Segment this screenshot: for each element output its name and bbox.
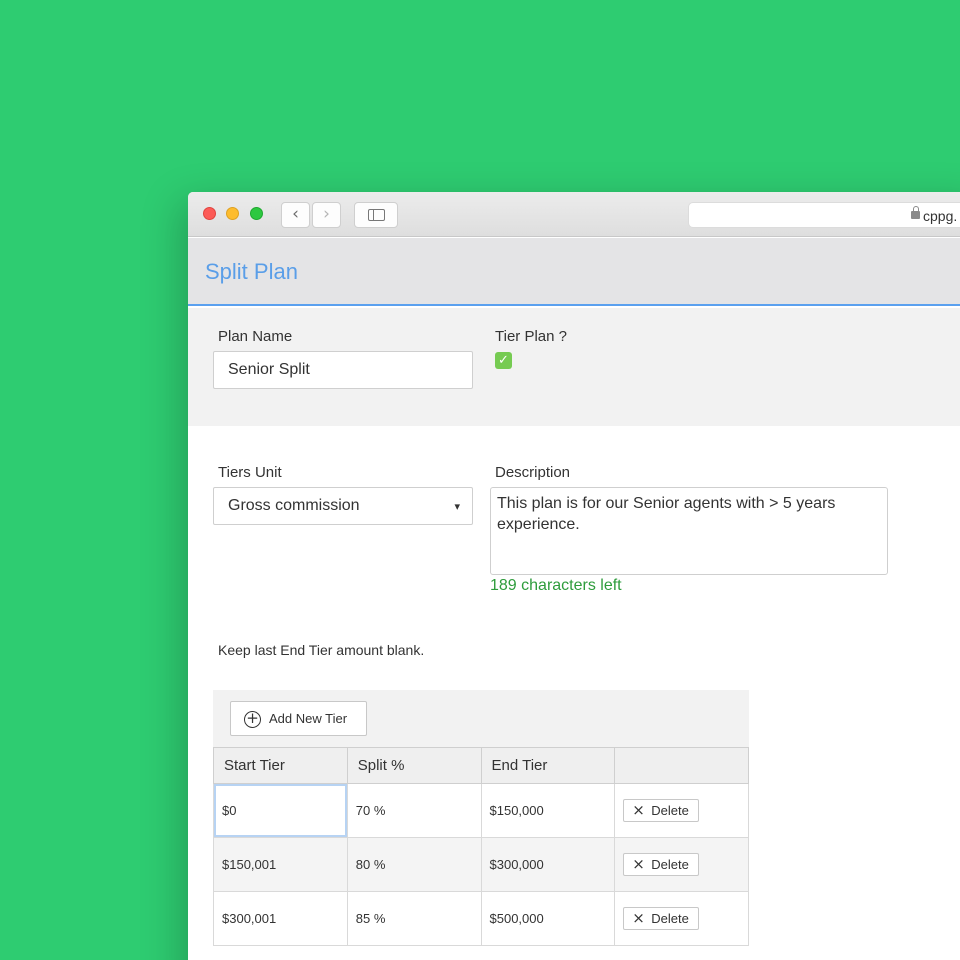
- browser-window: ‹ › cppg. Split Plan Plan Name Senior Sp…: [188, 192, 960, 960]
- start-tier-cell[interactable]: $150,001: [213, 837, 348, 892]
- close-window-button[interactable]: [203, 207, 216, 220]
- table-row: $150,001 80 % $300,000 × Delete: [213, 837, 749, 892]
- column-header-start-tier: Start Tier: [213, 747, 348, 784]
- plan-name-label: Plan Name: [218, 328, 293, 345]
- close-icon: ×: [632, 855, 645, 873]
- chevron-left-icon: ‹: [292, 204, 299, 224]
- delete-label: Delete: [651, 911, 689, 926]
- minimize-window-button[interactable]: [226, 207, 239, 220]
- tiers-table: Start Tier Split % End Tier $0 70 % $150…: [213, 747, 749, 946]
- table-header-row: Start Tier Split % End Tier: [213, 747, 749, 784]
- characters-left-counter: 189 characters left: [490, 577, 622, 594]
- address-bar[interactable]: cppg.: [688, 202, 960, 228]
- tier-plan-label: Tier Plan ?: [495, 328, 567, 345]
- delete-button[interactable]: × Delete: [623, 853, 700, 876]
- end-tier-cell[interactable]: $500,000: [481, 891, 616, 946]
- forward-button[interactable]: ›: [312, 202, 341, 228]
- back-button[interactable]: ‹: [281, 202, 310, 228]
- split-cell[interactable]: 70 %: [347, 783, 482, 838]
- table-row: $0 70 % $150,000 × Delete: [213, 783, 749, 838]
- close-icon: ×: [632, 801, 645, 819]
- page-title: Split Plan: [205, 259, 298, 284]
- url-text: cppg.: [923, 208, 958, 224]
- start-tier-cell[interactable]: $300,001: [213, 891, 348, 946]
- table-row: $300,001 85 % $500,000 × Delete: [213, 891, 749, 946]
- column-header-actions: [614, 747, 749, 784]
- split-cell[interactable]: 80 %: [347, 837, 482, 892]
- zoom-window-button[interactable]: [250, 207, 263, 220]
- column-header-split: Split %: [346, 747, 482, 784]
- chevron-right-icon: ›: [323, 204, 330, 224]
- browser-titlebar: ‹ › cppg.: [188, 192, 960, 237]
- close-icon: ×: [632, 909, 645, 927]
- tiers-toolbar: + Add New Tier: [213, 690, 749, 748]
- plus-circle-icon: +: [244, 711, 261, 728]
- end-tier-note: Keep last End Tier amount blank.: [218, 642, 425, 658]
- delete-button[interactable]: × Delete: [623, 799, 700, 822]
- chevron-down-icon: ▾: [454, 500, 460, 513]
- end-tier-cell[interactable]: $150,000: [481, 783, 616, 838]
- split-cell[interactable]: 85 %: [347, 891, 482, 946]
- actions-cell: × Delete: [614, 891, 749, 946]
- delete-label: Delete: [651, 803, 689, 818]
- page-header: Split Plan: [188, 238, 960, 306]
- tiers-panel: + Add New Tier Start Tier Split % End Ti…: [213, 690, 749, 960]
- tiers-unit-select[interactable]: Gross commission ▾: [213, 487, 473, 525]
- sidebar-icon: [367, 209, 385, 221]
- sidebar-toggle-button[interactable]: [354, 202, 398, 228]
- plan-name-input[interactable]: Senior Split: [213, 351, 473, 389]
- add-new-tier-button[interactable]: + Add New Tier: [230, 701, 367, 736]
- column-header-end-tier: End Tier: [480, 747, 616, 784]
- start-tier-cell[interactable]: $0: [213, 783, 348, 838]
- tiers-unit-value: Gross commission: [228, 497, 360, 514]
- tiers-unit-label: Tiers Unit: [218, 464, 282, 481]
- end-tier-cell[interactable]: $300,000: [481, 837, 616, 892]
- delete-label: Delete: [651, 857, 689, 872]
- actions-cell: × Delete: [614, 837, 749, 892]
- add-new-tier-label: Add New Tier: [269, 711, 348, 726]
- actions-cell: × Delete: [614, 783, 749, 838]
- delete-button[interactable]: × Delete: [623, 907, 700, 930]
- lock-icon: [911, 206, 920, 219]
- description-textarea[interactable]: This plan is for our Senior agents with …: [490, 487, 888, 575]
- description-label: Description: [495, 464, 571, 481]
- tier-plan-checkbox[interactable]: ✓: [495, 352, 512, 369]
